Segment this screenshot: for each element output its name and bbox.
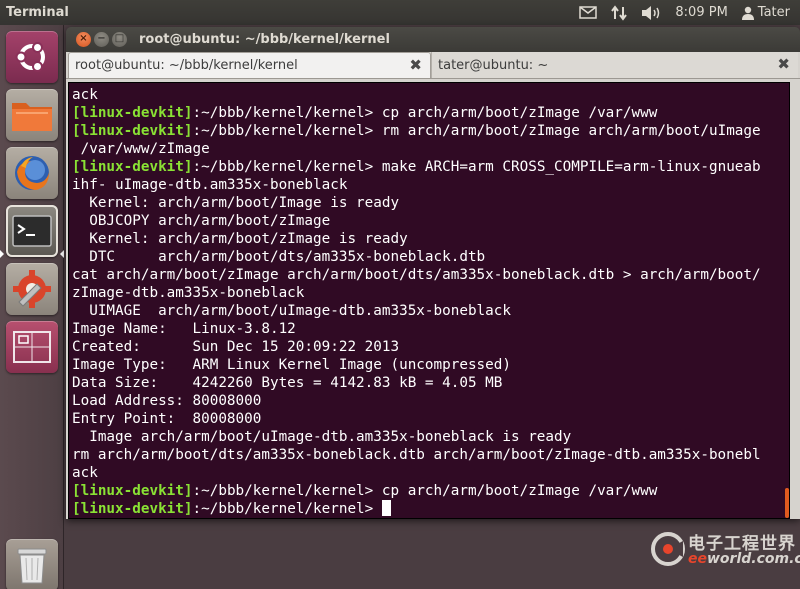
window-titlebar[interactable]: × − □ root@ubuntu: ~/bbb/kernel/kernel — [66, 27, 800, 51]
text-cursor — [381, 500, 391, 516]
user-menu[interactable]: Tater — [741, 5, 790, 20]
top-panel: Terminal 8:09 PM Tater — [0, 0, 800, 25]
terminal-output-line: Data Size: 4242260 Bytes = 4142.83 kB = … — [72, 375, 503, 391]
terminal-output-line: ack — [72, 465, 98, 481]
terminal-window: × − □ root@ubuntu: ~/bbb/kernel/kernel r… — [66, 27, 800, 519]
terminal-frame: ack [linux-devkit]:~/bbb/kernel/kernel> c… — [66, 79, 800, 519]
watermark-logo: 电子工程世界 eeworld.com.cn — [648, 527, 800, 587]
tab-tater[interactable]: tater@ubuntu: ~ ✖ — [431, 52, 798, 78]
terminal-prompt-line: [linux-devkit]:~/bbb/kernel/kernel> cp a… — [72, 104, 789, 122]
user-name: Tater — [757, 5, 790, 20]
window-minimize-button[interactable]: − — [94, 31, 109, 47]
prompt-user: [linux-devkit] — [72, 159, 193, 175]
launcher-item-workspaces[interactable] — [6, 321, 58, 373]
launcher-item-files[interactable] — [6, 89, 58, 141]
terminal-output-line: Kernel: arch/arm/boot/zImage is ready — [72, 231, 408, 247]
tab-label: tater@ubuntu: ~ — [438, 57, 549, 73]
launcher-item-dash[interactable] — [6, 31, 58, 83]
prompt-path: :~/bbb/kernel/kernel> — [192, 501, 382, 517]
launcher-item-trash[interactable] — [6, 539, 58, 589]
terminal-icon — [12, 215, 52, 247]
prompt-path: :~/bbb/kernel/kernel> — [192, 483, 382, 499]
firefox-icon — [15, 156, 49, 190]
terminal-output-line: Load Address: 80008000 — [72, 393, 262, 409]
window-close-button[interactable]: × — [76, 31, 91, 47]
volume-icon[interactable] — [641, 5, 661, 21]
watermark-en-prefix: ee — [688, 551, 707, 567]
focus-indicator — [60, 250, 64, 258]
terminal-output-line: Kernel: arch/arm/boot/Image is ready — [72, 195, 400, 211]
launcher — [0, 25, 64, 589]
command-text: make ARCH=arm CROSS_COMPILE=arm-linux-gn… — [381, 159, 761, 175]
tab-close-icon[interactable]: ✖ — [409, 57, 422, 73]
prompt-user: [linux-devkit] — [72, 501, 193, 517]
launcher-item-terminal[interactable] — [6, 205, 58, 257]
terminal-output-line: rm arch/arm/boot/dts/am335x-boneblack.dt… — [72, 447, 761, 463]
prompt-user: [linux-devkit] — [72, 483, 193, 499]
terminal-prompt-line: [linux-devkit]:~/bbb/kernel/kernel> — [72, 500, 789, 518]
terminal-output-line: OBJCOPY arch/arm/boot/zImage — [72, 213, 331, 229]
terminal-output-line: ihf- uImage-dtb.am335x-boneblack — [72, 177, 348, 193]
indicator-area: 8:09 PM Tater — [579, 4, 800, 21]
terminal-output-line: DTC arch/arm/boot/dts/am335x-boneblack.d… — [72, 249, 486, 265]
eeworld-logo-icon — [651, 532, 685, 566]
terminal-output-line: Image Type: ARM Linux Kernel Image (unco… — [72, 357, 511, 373]
watermark-en-rest: world.com.cn — [707, 551, 800, 567]
command-text: cp arch/arm/boot/zImage /var/www — [381, 483, 658, 499]
command-text: cp arch/arm/boot/zImage /var/www — [381, 105, 658, 121]
terminal-output: ack [linux-devkit]:~/bbb/kernel/kernel> c… — [69, 83, 789, 518]
terminal-scrollbar[interactable] — [785, 83, 789, 518]
prompt-path: :~/bbb/kernel/kernel> — [192, 159, 382, 175]
terminal-output-line: Image Name: Linux-3.8.12 — [72, 321, 296, 337]
window-maximize-button[interactable]: □ — [112, 31, 127, 47]
terminal-output-line: ack — [72, 87, 98, 103]
terminal-output-line: zImage-dtb.am335x-boneblack — [72, 285, 305, 301]
tab-label: root@ubuntu: ~/bbb/kernel/kernel — [75, 58, 298, 73]
workspace-icon — [13, 331, 51, 363]
tab-close-icon[interactable]: ✖ — [777, 56, 790, 72]
tab-root[interactable]: root@ubuntu: ~/bbb/kernel/kernel ✖ — [68, 52, 431, 78]
terminal-prompt-line: [linux-devkit]:~/bbb/kernel/kernel> rm a… — [72, 122, 789, 140]
running-indicator — [0, 250, 4, 258]
scrollbar-thumb[interactable] — [785, 488, 789, 518]
trash-icon — [17, 548, 47, 584]
terminal-prompt-line: [linux-devkit]:~/bbb/kernel/kernel> cp a… — [72, 482, 789, 500]
prompt-path: :~/bbb/kernel/kernel> — [192, 123, 382, 139]
clock[interactable]: 8:09 PM — [675, 5, 727, 20]
prompt-user: [linux-devkit] — [72, 123, 193, 139]
tab-bar: root@ubuntu: ~/bbb/kernel/kernel ✖ tater… — [66, 52, 800, 79]
prompt-user: [linux-devkit] — [72, 105, 193, 121]
terminal-output-line: Image arch/arm/boot/uImage-dtb.am335x-bo… — [72, 429, 572, 445]
terminal-output-line: /var/www/zImage — [72, 141, 210, 157]
terminal-prompt-line: [linux-devkit]:~/bbb/kernel/kernel> make… — [72, 158, 789, 176]
window-controls: × − □ — [66, 31, 127, 47]
prompt-path: :~/bbb/kernel/kernel> — [192, 105, 382, 121]
command-text: rm arch/arm/boot/zImage arch/arm/boot/uI… — [381, 123, 761, 139]
terminal-output-line: cat arch/arm/boot/zImage arch/arm/boot/d… — [72, 267, 761, 283]
app-title: Terminal — [6, 5, 69, 20]
network-updown-icon[interactable] — [611, 4, 628, 21]
terminal-output-line: Entry Point: 80008000 — [72, 411, 262, 427]
terminal-area[interactable]: ack [linux-devkit]:~/bbb/kernel/kernel> c… — [68, 82, 790, 519]
mail-icon[interactable] — [579, 6, 598, 19]
launcher-item-firefox[interactable] — [6, 147, 58, 199]
user-icon — [741, 6, 754, 20]
watermark-en-text: eeworld.com.cn — [688, 551, 800, 567]
settings-icon — [13, 270, 51, 308]
window-title: root@ubuntu: ~/bbb/kernel/kernel — [139, 31, 390, 47]
ubuntu-logo-icon — [15, 42, 45, 72]
folder-icon — [12, 103, 52, 131]
terminal-output-line: UIMAGE arch/arm/boot/uImage-dtb.am335x-b… — [72, 303, 511, 319]
terminal-output-line: Created: Sun Dec 15 20:09:22 2013 — [72, 339, 400, 355]
launcher-item-settings[interactable] — [6, 263, 58, 315]
